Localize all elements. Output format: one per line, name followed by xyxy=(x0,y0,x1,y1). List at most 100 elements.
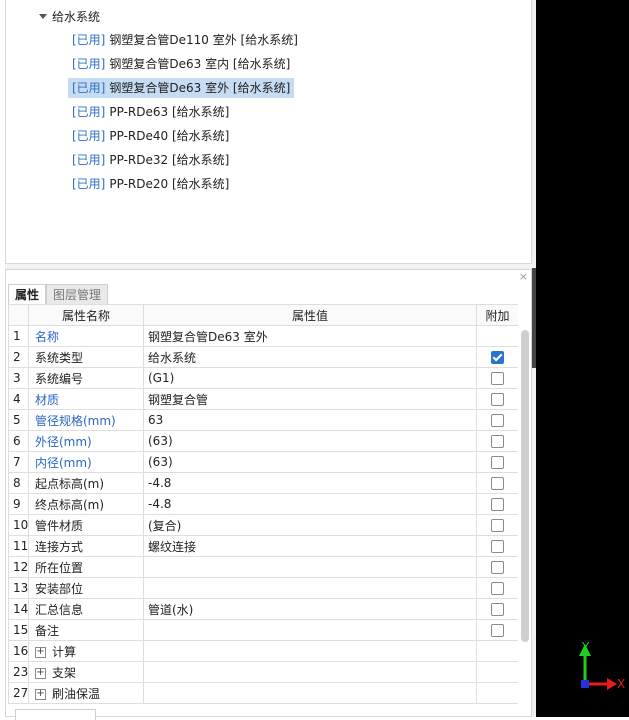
property-name-cell[interactable]: + 支架 xyxy=(28,661,144,683)
viewport-3d[interactable]: Y X xyxy=(536,0,629,717)
table-row[interactable]: 5 管径规格(mm) 63 xyxy=(8,409,518,431)
attach-checkbox[interactable] xyxy=(491,582,504,595)
table-row[interactable]: 3 系统编号 (G1) xyxy=(8,367,518,389)
expand-plus-icon[interactable]: + xyxy=(35,646,46,658)
property-value[interactable] xyxy=(143,619,477,641)
tree-item-label: 钢塑复合管De63 室外 [给水系统] xyxy=(109,81,291,95)
attach-cell xyxy=(476,451,518,473)
property-value[interactable]: (63) xyxy=(143,451,477,473)
property-value[interactable]: (63) xyxy=(143,430,477,452)
table-row[interactable]: 11 连接方式 螺纹连接 xyxy=(8,535,518,557)
tree-item[interactable]: [已用] PP-RDe32 [给水系统] xyxy=(68,150,233,170)
tree-root[interactable]: 给水系统 xyxy=(39,8,100,25)
attach-checkbox[interactable] xyxy=(491,603,504,616)
attach-checkbox[interactable] xyxy=(491,540,504,553)
attach-checkbox[interactable] xyxy=(491,372,504,385)
table-row[interactable]: 15 备注 xyxy=(8,619,518,641)
property-value[interactable]: 给水系统 xyxy=(143,346,477,368)
bottom-tab[interactable] xyxy=(15,709,96,720)
header-index xyxy=(8,304,29,326)
table-row[interactable]: 4 材质 钢塑复合管 xyxy=(8,388,518,410)
property-value[interactable] xyxy=(143,682,477,704)
tree-item[interactable]: [已用] PP-RDe63 [给水系统] xyxy=(68,102,233,122)
row-index: 13 xyxy=(8,577,29,599)
attach-checkbox[interactable] xyxy=(491,519,504,532)
attach-checkbox[interactable] xyxy=(491,498,504,511)
property-value[interactable] xyxy=(143,556,477,578)
close-icon[interactable]: × xyxy=(519,270,528,284)
property-name: 名称 xyxy=(35,329,60,344)
property-value[interactable]: 钢塑复合管 xyxy=(143,388,477,410)
attach-checkbox[interactable] xyxy=(491,435,504,448)
attach-checkbox[interactable] xyxy=(491,351,504,364)
attach-checkbox[interactable] xyxy=(491,393,504,406)
table-row[interactable]: 27 + 刷油保温 xyxy=(8,682,518,704)
property-name-cell[interactable]: 系统类型 xyxy=(28,346,144,368)
property-value[interactable]: 63 xyxy=(143,409,477,431)
caret-down-icon[interactable] xyxy=(39,14,47,19)
table-row[interactable]: 10 管件材质 (复合) xyxy=(8,514,518,536)
property-value[interactable] xyxy=(143,640,477,662)
table-row[interactable]: 1 名称 钢塑复合管De63 室外 xyxy=(8,325,518,347)
tree-item[interactable]: [已用] PP-RDe20 [给水系统] xyxy=(68,174,233,194)
property-name-cell[interactable]: 内径(mm) xyxy=(28,451,144,473)
table-row[interactable]: 7 内径(mm) (63) xyxy=(8,451,518,473)
table-row[interactable]: 2 系统类型 给水系统 xyxy=(8,346,518,368)
property-name-cell[interactable]: 管件材质 xyxy=(28,514,144,536)
property-name-cell[interactable]: + 计算 xyxy=(28,640,144,662)
attach-checkbox[interactable] xyxy=(491,456,504,469)
expand-plus-icon[interactable]: + xyxy=(35,688,46,700)
property-name-cell[interactable]: 终点标高(m) xyxy=(28,493,144,515)
attach-checkbox[interactable] xyxy=(491,624,504,637)
header-property-value: 属性值 xyxy=(143,304,477,326)
table-row[interactable]: 14 汇总信息 管道(水) xyxy=(8,598,518,620)
property-name-cell[interactable]: 系统编号 xyxy=(28,367,144,389)
table-row[interactable]: 8 起点标高(m) -4.8 xyxy=(8,472,518,494)
property-value[interactable] xyxy=(143,661,477,683)
expand-plus-icon[interactable]: + xyxy=(35,667,46,679)
property-name-cell[interactable]: 所在位置 xyxy=(28,556,144,578)
tree-item-tag: [已用] xyxy=(72,177,106,191)
property-value[interactable]: 钢塑复合管De63 室外 xyxy=(143,325,477,347)
property-value[interactable]: 螺纹连接 xyxy=(143,535,477,557)
panel-tabs: 属性 图层管理 xyxy=(8,284,109,304)
property-value[interactable]: -4.8 xyxy=(143,493,477,515)
property-name-cell[interactable]: 安装部位 xyxy=(28,577,144,599)
table-row[interactable]: 12 所在位置 xyxy=(8,556,518,578)
tab-layer-management[interactable]: 图层管理 xyxy=(46,284,109,304)
property-name-cell[interactable]: 汇总信息 xyxy=(28,598,144,620)
attach-cell xyxy=(476,661,518,683)
tree-item[interactable]: [已用] 钢塑复合管De110 室外 [给水系统] xyxy=(68,30,302,50)
table-row[interactable]: 13 安装部位 xyxy=(8,577,518,599)
property-name-cell[interactable]: 名称 xyxy=(28,325,144,347)
property-name-cell[interactable]: 外径(mm) xyxy=(28,430,144,452)
attach-checkbox[interactable] xyxy=(491,477,504,490)
vertical-scrollbar[interactable] xyxy=(521,330,529,642)
property-value[interactable]: 管道(水) xyxy=(143,598,477,620)
property-name-cell[interactable]: + 刷油保温 xyxy=(28,682,144,704)
property-name: 终点标高(m) xyxy=(35,497,105,512)
property-name: 所在位置 xyxy=(35,560,84,575)
table-row[interactable]: 23 + 支架 xyxy=(8,661,518,683)
attach-checkbox[interactable] xyxy=(491,561,504,574)
property-value[interactable]: (复合) xyxy=(143,514,477,536)
table-row[interactable]: 6 外径(mm) (63) xyxy=(8,430,518,452)
row-index: 7 xyxy=(8,451,29,473)
tab-properties[interactable]: 属性 xyxy=(8,284,47,304)
table-row[interactable]: 16 + 计算 xyxy=(8,640,518,662)
tree-item[interactable]: [已用] 钢塑复合管De63 室外 [给水系统] xyxy=(68,78,295,98)
property-name-cell[interactable]: 起点标高(m) xyxy=(28,472,144,494)
tree-item[interactable]: [已用] 钢塑复合管De63 室内 [给水系统] xyxy=(68,54,294,74)
property-value[interactable]: (G1) xyxy=(143,367,477,389)
tree-item[interactable]: [已用] PP-RDe40 [给水系统] xyxy=(68,126,233,146)
tree-root-label: 给水系统 xyxy=(52,10,101,24)
property-value[interactable]: -4.8 xyxy=(143,472,477,494)
property-name-cell[interactable]: 连接方式 xyxy=(28,535,144,557)
property-value[interactable] xyxy=(143,577,477,599)
attach-checkbox[interactable] xyxy=(491,414,504,427)
property-name: 连接方式 xyxy=(35,539,84,554)
property-name-cell[interactable]: 备注 xyxy=(28,619,144,641)
table-row[interactable]: 9 终点标高(m) -4.8 xyxy=(8,493,518,515)
property-name-cell[interactable]: 材质 xyxy=(28,388,144,410)
property-name-cell[interactable]: 管径规格(mm) xyxy=(28,409,144,431)
